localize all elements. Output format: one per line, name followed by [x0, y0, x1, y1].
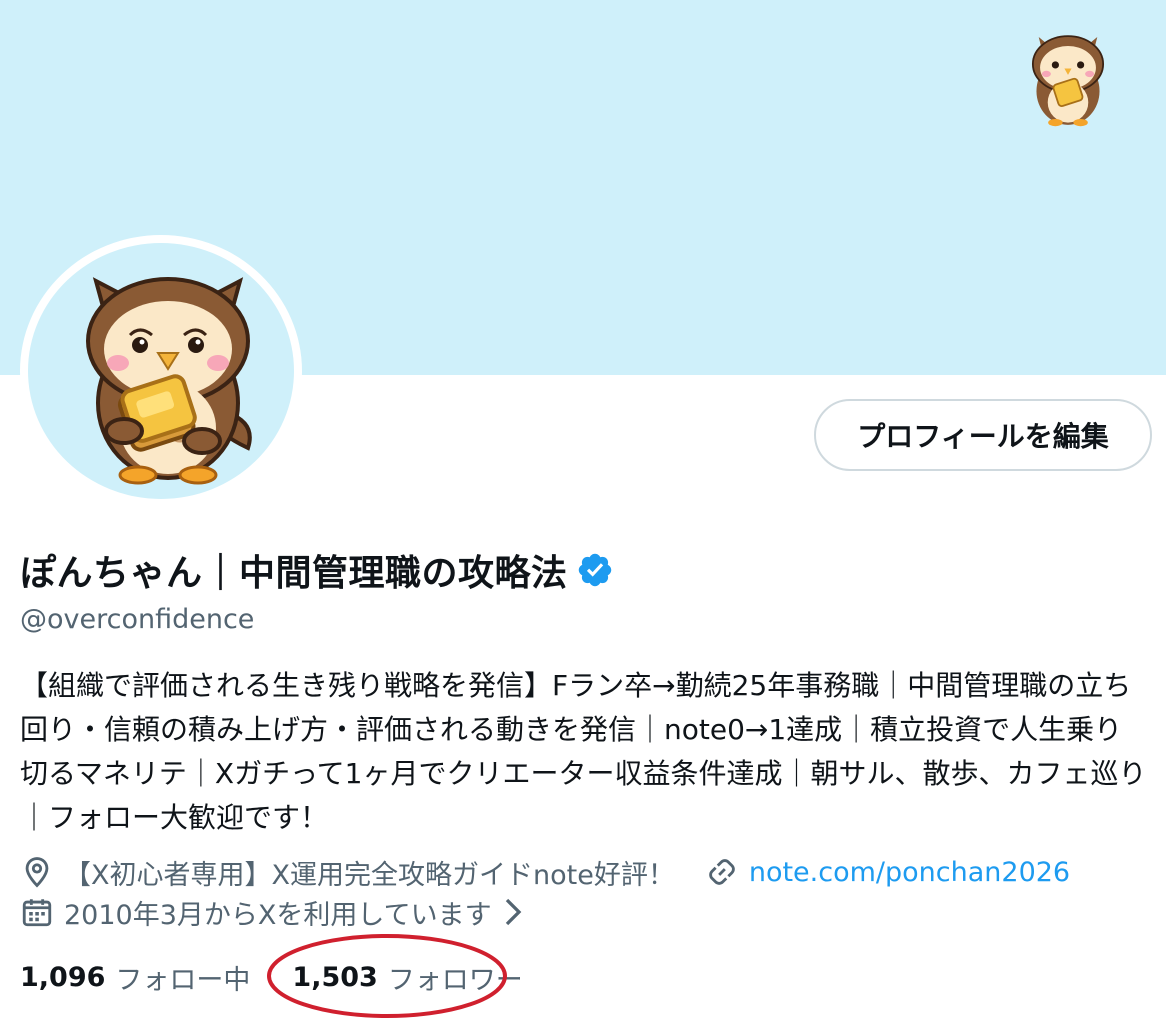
- avatar-frame[interactable]: [20, 235, 302, 507]
- chevron-right-icon[interactable]: [502, 897, 524, 927]
- calendar-icon: [22, 899, 52, 927]
- profile-meta-row: 【X初心者専用】X運用完全攻略ガイドnote好評！ note.com/ponch…: [20, 852, 1070, 892]
- following-label: フォロー中: [115, 964, 251, 996]
- profile-location: 【X初心者専用】X運用完全攻略ガイドnote好評！: [64, 859, 675, 891]
- profile-website-link[interactable]: note.com/ponchan2026: [749, 857, 1070, 888]
- display-name: ぽんちゃん｜中間管理職の攻略法: [20, 553, 568, 594]
- location-pin-icon: [25, 857, 49, 888]
- profile-joined-date: 2010年3月からXを利用しています: [64, 899, 492, 931]
- profile-bio: 【組織で評価される生き残り戦略を発信】Fラン卒→勤続25年事務職｜中間管理職の立…: [20, 669, 1147, 834]
- profile-joined-row[interactable]: 2010年3月からXを利用しています: [20, 892, 524, 932]
- highlight-circle-annotation: [267, 934, 507, 1018]
- following-count: 1,096: [20, 961, 106, 993]
- owl-mascot-small-image: [1031, 35, 1105, 127]
- edit-profile-button[interactable]: プロフィールを編集: [814, 399, 1152, 471]
- profile-handle: @overconfidence: [20, 604, 255, 635]
- owl-mascot-image: [86, 277, 252, 485]
- verified-badge-icon[interactable]: [576, 551, 614, 589]
- link-icon: [709, 859, 735, 885]
- profile-name-row: ぽんちゃん｜中間管理職の攻略法: [20, 543, 614, 597]
- following-link[interactable]: 1,096 フォロー中: [20, 958, 250, 997]
- avatar[interactable]: [28, 243, 294, 499]
